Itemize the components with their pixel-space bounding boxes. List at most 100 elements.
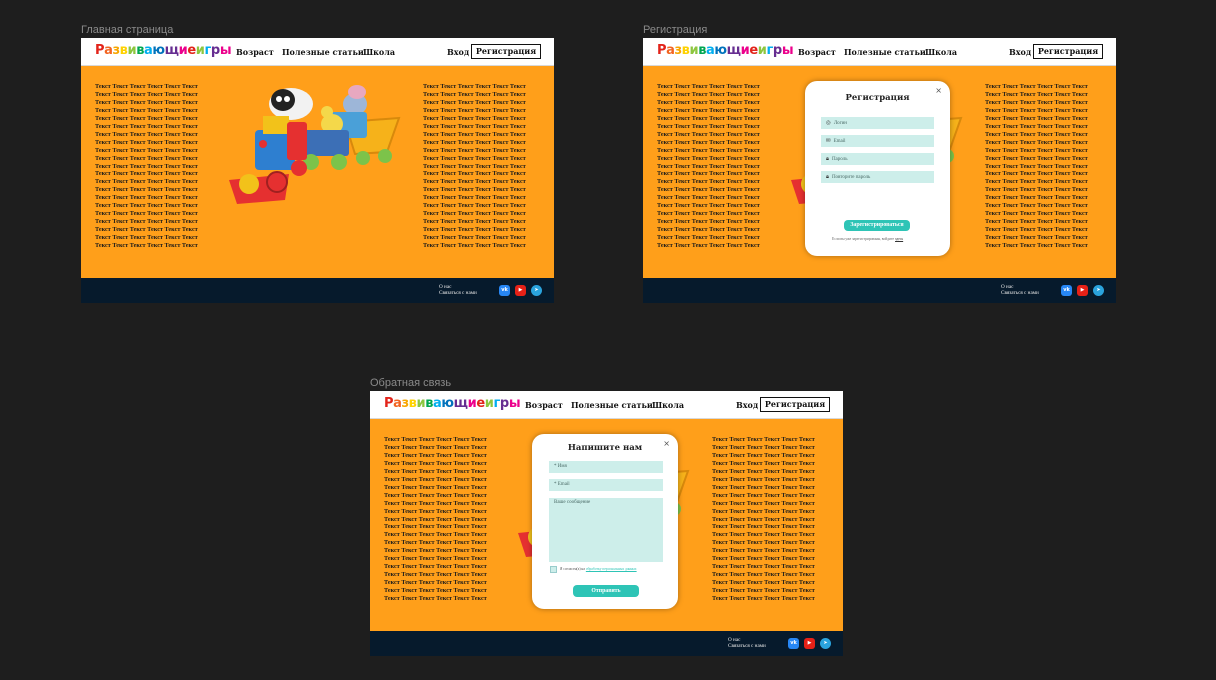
register-button[interactable]: Регистрация [760, 397, 830, 412]
youtube-icon[interactable]: ▶ [515, 285, 526, 296]
body-text-line: Текст Текст Текст Текст Текст Текст [423, 226, 526, 234]
body-text-line: Текст Текст Текст Текст Текст Текст [712, 515, 815, 523]
body-text-line: Текст Текст Текст Текст Текст Текст [657, 98, 760, 106]
body-text-line: Текст Текст Текст Текст Текст Текст [95, 194, 198, 202]
body-text-line: Текст Текст Текст Текст Текст Текст [384, 451, 487, 459]
body-text-line: Текст Текст Текст Текст Текст Текст [712, 499, 815, 507]
text-column-right: Текст Текст Текст Текст Текст Текст Текст… [423, 83, 541, 250]
consent-checkbox[interactable] [550, 566, 557, 573]
body-text-line: Текст Текст Текст Текст Текст Текст [712, 571, 815, 579]
telegram-icon[interactable]: ➤ [531, 285, 542, 296]
site-logo[interactable]: Развивающие игры [95, 43, 232, 58]
body-text-line: Текст Текст Текст Текст Текст Текст [423, 138, 526, 146]
nav-school[interactable]: Школа [652, 400, 684, 410]
body-text-line: Текст Текст Текст Текст Текст Текст [384, 555, 487, 563]
nav-articles[interactable]: Полезные статьи [844, 47, 926, 57]
body-text-line: Текст Текст Текст Текст Текст Текст [657, 162, 760, 170]
frame-label-home: Главная страница [81, 24, 174, 36]
body-text-line: Текст Текст Текст Текст Текст Текст [384, 436, 487, 443]
nav-age[interactable]: Возраст [236, 47, 274, 57]
nav-school[interactable]: Школа [925, 47, 957, 57]
body-text-line: Текст Текст Текст Текст Текст Текст [95, 178, 198, 186]
body-text-line: Текст Текст Текст Текст Текст Текст [657, 122, 760, 130]
message-textarea[interactable]: Ваше сообщение [549, 498, 663, 562]
body-text-line: Текст Текст Текст Текст Текст Текст [384, 531, 487, 539]
body-text-line: Текст Текст Текст Текст Текст Текст [712, 483, 815, 491]
body-text-line: Текст Текст Текст Текст Текст Текст [985, 234, 1088, 242]
registration-modal: Регистрация × ◎ Логин ✉ Email 🔒︎ Пароль 🔒︎ П… [805, 81, 950, 256]
body-text-line: Текст Текст Текст Текст Текст Текст [423, 146, 526, 154]
text-column-left: Текст Текст Текст Текст Текст Текст Текст… [95, 83, 213, 250]
password-field[interactable]: 🔒︎ Пароль [821, 153, 934, 165]
login-field[interactable]: ◎ Логин [821, 117, 934, 129]
nav-articles[interactable]: Полезные статьи [282, 47, 364, 57]
mail-icon: ✉ [826, 138, 831, 144]
text-column-right: Текст Текст Текст Текст Текст Текст Текст… [712, 436, 830, 603]
login-link[interactable]: Вход [1009, 47, 1031, 57]
nav-articles[interactable]: Полезные статьи [571, 400, 653, 410]
login-placeholder: Логин [833, 121, 847, 126]
body-text-line: Текст Текст Текст Текст Текст Текст [712, 531, 815, 539]
login-link[interactable]: Вход [447, 47, 469, 57]
body-text-line: Текст Текст Текст Текст Текст Текст [657, 194, 760, 202]
site-logo[interactable]: Развивающие игры [384, 396, 521, 411]
frame-label-registration: Регистрация [643, 24, 708, 36]
body-text-line: Текст Текст Текст Текст Текст Текст [95, 242, 198, 250]
close-icon[interactable]: × [663, 439, 670, 448]
body-text-line: Текст Текст Текст Текст Текст Текст [712, 523, 815, 531]
email-field[interactable]: * Email [549, 479, 663, 491]
body-text-line: Текст Текст Текст Текст Текст Текст [384, 475, 487, 483]
send-button[interactable]: Отправить [573, 585, 639, 597]
body-text-line: Текст Текст Текст Текст Текст Текст [712, 451, 815, 459]
body-text-line: Текст Текст Текст Текст Текст Текст [95, 154, 198, 162]
repeat-password-field[interactable]: 🔒︎ Повторите пароль [821, 171, 934, 183]
body-text-line: Текст Текст Текст Текст Текст Текст [384, 507, 487, 515]
body-text-line: Текст Текст Текст Текст Текст Текст [95, 114, 198, 122]
body-text-line: Текст Текст Текст Текст Текст Текст [423, 170, 526, 178]
body-text-line: Текст Текст Текст Текст Текст Текст [712, 547, 815, 555]
body-text-line: Текст Текст Текст Текст Текст Текст [657, 178, 760, 186]
register-button[interactable]: Регистрация [1033, 44, 1103, 59]
footer-contact-link[interactable]: Связаться с нами [439, 290, 477, 296]
body-text-line: Текст Текст Текст Текст Текст Текст [95, 186, 198, 194]
login-here-link[interactable]: здесь [895, 237, 903, 241]
body-text-line: Текст Текст Текст Текст Текст Текст [712, 507, 815, 515]
body-text-line: Текст Текст Текст Текст Текст Текст [95, 122, 198, 130]
footer-contact-link[interactable]: Связаться с нами [1001, 290, 1039, 296]
nav-school[interactable]: Школа [363, 47, 395, 57]
nav-age[interactable]: Возраст [798, 47, 836, 57]
telegram-icon[interactable]: ➤ [1093, 285, 1104, 296]
body-text-line: Текст Текст Текст Текст Текст Текст [384, 587, 487, 595]
close-icon[interactable]: × [935, 86, 942, 95]
name-field[interactable]: * Имя [549, 461, 663, 473]
vk-icon[interactable]: vk [788, 638, 799, 649]
body-text-line: Текст Текст Текст Текст Текст Текст [657, 154, 760, 162]
footer: О нас Связаться с нами vk ▶ ➤ [643, 278, 1116, 303]
body-text-line: Текст Текст Текст Текст Текст Текст [657, 146, 760, 154]
register-button[interactable]: Регистрация [471, 44, 541, 59]
footer-contact-link[interactable]: Связаться с нами [728, 643, 766, 649]
consent-text: Я согласен(а) на [560, 567, 585, 571]
site-logo[interactable]: Развивающие игры [657, 43, 794, 58]
footer: О нас Связаться с нами vk ▶ ➤ [81, 278, 554, 303]
text-column-left: Текст Текст Текст Текст Текст Текст Текст… [384, 436, 502, 603]
telegram-icon[interactable]: ➤ [820, 638, 831, 649]
login-link[interactable]: Вход [736, 400, 758, 410]
body-text-line: Текст Текст Текст Текст Текст Текст [95, 130, 198, 138]
body-text-line: Текст Текст Текст Текст Текст Текст [95, 162, 198, 170]
privacy-policy-link[interactable]: обработку персональных данных [586, 567, 637, 571]
nav-age[interactable]: Возраст [525, 400, 563, 410]
register-submit-button[interactable]: Зарегистрироваться [844, 220, 910, 231]
youtube-icon[interactable]: ▶ [804, 638, 815, 649]
password-placeholder: Пароль [831, 157, 848, 162]
vk-icon[interactable]: vk [1061, 285, 1072, 296]
body-text-line: Текст Текст Текст Текст Текст Текст [985, 162, 1088, 170]
email-field[interactable]: ✉ Email [821, 135, 934, 147]
body-text-line: Текст Текст Текст Текст Текст Текст [985, 178, 1088, 186]
body-text-line: Текст Текст Текст Текст Текст Текст [423, 98, 526, 106]
vk-icon[interactable]: vk [499, 285, 510, 296]
text-column-right: Текст Текст Текст Текст Текст Текст Текст… [985, 83, 1103, 250]
body-text-line: Текст Текст Текст Текст Текст Текст [712, 539, 815, 547]
body-text-line: Текст Текст Текст Текст Текст Текст [657, 138, 760, 146]
youtube-icon[interactable]: ▶ [1077, 285, 1088, 296]
